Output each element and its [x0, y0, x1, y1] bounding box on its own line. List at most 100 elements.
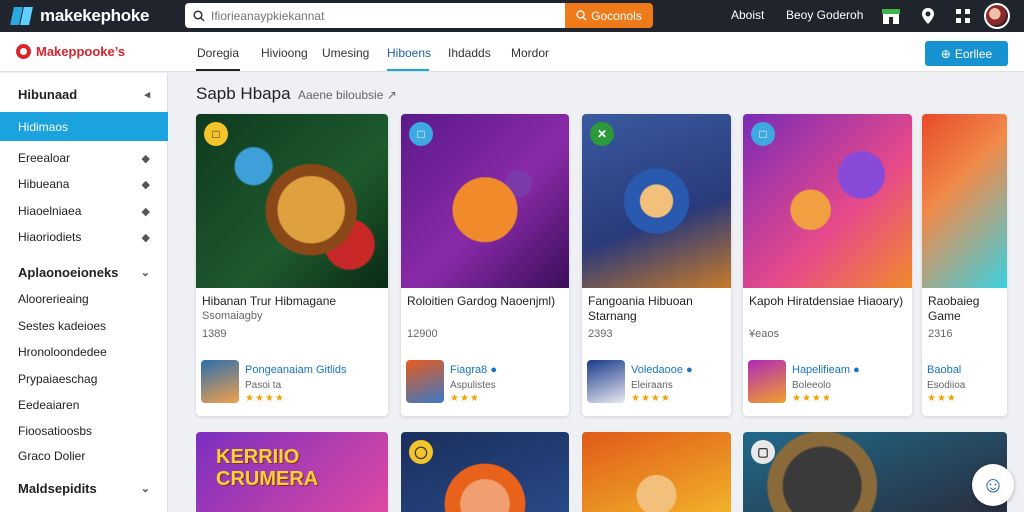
tab-1[interactable]: Doregia	[197, 46, 239, 60]
sidebar-item-active[interactable]: Hidimaos	[0, 112, 168, 141]
sidebar-subitem[interactable]: Prypaiaeschag	[0, 368, 168, 390]
sidebar-group-header[interactable]: Aplaonoeioneks ⌄	[0, 261, 168, 283]
tab-6[interactable]: Mordor	[511, 46, 549, 60]
user-avatar[interactable]	[984, 3, 1010, 29]
top-link-account[interactable]: Beoy Goderoh	[786, 8, 863, 22]
game-card[interactable]: □ Hibanan Trur Hibmagane Ssomaiagby 1389…	[196, 114, 388, 416]
tab-indicator	[196, 69, 240, 71]
game-meta: 2393	[588, 328, 613, 340]
app-row[interactable]: Pongeanaiam Gitlids Pasoi ta ★★★★	[201, 360, 347, 404]
site-logo[interactable]: makekephoke	[10, 6, 180, 26]
sidebar: Hibunaad ◂ Hidimaos Ereealoar ◆ Hibueana…	[0, 73, 168, 512]
app-meta: Esodiioa	[927, 380, 966, 391]
sidebar-subitem[interactable]: Eedeaiaren	[0, 394, 168, 416]
game-card[interactable]: □ Kapoh Hiratdensiae Hiaoary) ¥eaos Hape…	[743, 114, 912, 416]
location-icon[interactable]	[917, 5, 939, 27]
game-cover-title: KERRIIO CRUMERA	[216, 446, 319, 490]
tab-3[interactable]: Umesing	[322, 46, 369, 60]
sidebar-group-label: Aplaonoeioneks	[18, 264, 119, 280]
sidebar-subitem-label: Aloorerieaing	[18, 292, 89, 306]
tab-indicator-active	[387, 69, 429, 71]
sidebar-subitem[interactable]: Hronoloondedee	[0, 341, 168, 363]
sidebar-group-header[interactable]: Maldsepidits ⌄	[0, 477, 168, 499]
game-card-bottom[interactable]: KERRIIO CRUMERA	[196, 432, 388, 512]
sidebar-header[interactable]: Hibunaad ◂	[0, 83, 168, 105]
sidebar-subitem-label: Hronoloondedee	[18, 345, 107, 359]
game-card-bottom[interactable]	[582, 432, 731, 512]
sidebar-subitem-label: Sestes kadeioes	[18, 319, 107, 333]
app-row[interactable]: Fiagra8 ● Aspulistes ★★★	[406, 360, 497, 404]
game-badge-icon: □	[751, 122, 775, 146]
brand[interactable]: Makeppooke’s	[16, 44, 125, 59]
brand-name: Makeppooke’s	[36, 44, 126, 59]
section-see-all-link[interactable]: Aaene biloubsie ↗	[298, 88, 397, 102]
game-subtitle: Ssomaiagby	[202, 310, 263, 322]
apps-grid-icon[interactable]	[952, 5, 974, 27]
store-icon[interactable]	[880, 5, 902, 27]
chevron-left-icon: ◂	[144, 88, 150, 101]
search-box[interactable]	[185, 3, 565, 28]
chevron-down-icon: ⌄	[140, 266, 150, 279]
app-thumbnail	[587, 360, 625, 403]
game-cover-image: □	[743, 114, 912, 288]
app-meta: Aspulistes	[450, 380, 496, 391]
game-card-bottom[interactable]: ◯	[401, 432, 569, 512]
pin-icon: ◆	[141, 152, 150, 165]
sidebar-item-label: Hidimaos	[18, 119, 69, 134]
sidebar-subitem[interactable]: Sestes kadeioes	[0, 315, 168, 337]
section-title: Sapb Hbapa	[196, 84, 291, 103]
search-button[interactable]: Goconols	[565, 3, 653, 28]
game-card-bottom[interactable]: ▢	[743, 432, 1007, 512]
sidebar-subitem[interactable]: Aloorerieaing	[0, 288, 168, 310]
search-input[interactable]	[211, 8, 551, 23]
app-thumbnail	[748, 360, 786, 403]
app-row[interactable]: Hapelifieam ● Boleeolo ★★★★	[748, 360, 860, 404]
tab-2[interactable]: Hivioong	[261, 46, 308, 60]
game-title: Kapoh Hiratdensiae Hiaoary)	[749, 294, 904, 308]
search-bar: Goconols	[185, 3, 653, 28]
app-row[interactable]: Voledaooe ● Eleiraans ★★★★	[587, 360, 693, 404]
tab-4-active[interactable]: Hiboens	[387, 46, 431, 60]
sidebar-item[interactable]: Ereealoar ◆	[0, 147, 168, 169]
game-cover-image: □	[196, 114, 388, 288]
game-card[interactable]: ✕ Fangoania Hibuoan Starnang 2393 Voleda…	[582, 114, 731, 416]
game-meta: 12900	[407, 328, 438, 340]
pin-icon: ◆	[141, 205, 150, 218]
secondary-nav: Makeppooke’s Doregia Hivioong Umesing Hi…	[0, 32, 1024, 72]
game-card-partial[interactable]: Raobaieg Game 2316 Baobal Esodiioa ★★★	[922, 114, 1007, 416]
game-badge-icon: ✕	[590, 122, 614, 146]
accessibility-icon: ☺	[981, 472, 1005, 497]
game-cover-image: □	[401, 114, 569, 288]
game-meta: 1389	[202, 328, 227, 340]
app-name: Fiagra8 ●	[450, 364, 497, 376]
sidebar-item[interactable]: Hiaoelniaea ◆	[0, 200, 168, 222]
sidebar-item[interactable]: Hiaoriodiets ◆	[0, 226, 168, 248]
tab-5[interactable]: Ihdadds	[448, 46, 491, 60]
game-cover-image	[922, 114, 1007, 288]
sidebar-item-label: Hiaoriodiets	[18, 230, 82, 244]
app-row[interactable]: Baobal Esodiioa ★★★	[927, 360, 965, 404]
rating-stars: ★★★	[927, 393, 957, 404]
game-card[interactable]: □ Roloitien Gardog Naoenjml) 12900 Fiagr…	[401, 114, 569, 416]
top-link-about[interactable]: Aboist	[731, 8, 764, 22]
app-meta: Pasoi ta	[245, 380, 282, 391]
sidebar-subitem[interactable]: Graco Dolier	[0, 445, 168, 467]
sidebar-subitem[interactable]: Fioosatioosbs	[0, 420, 168, 442]
pin-icon: ◆	[141, 178, 150, 191]
pin-icon: ◆	[141, 231, 150, 244]
primary-action-button[interactable]: ⊕ Eorllee	[925, 41, 1008, 66]
game-badge-icon: ▢	[751, 440, 775, 464]
sidebar-item-label: Ereealoar	[18, 151, 71, 165]
sidebar-item-label: Hibueana	[18, 177, 70, 191]
primary-action-label: Eorllee	[954, 46, 993, 61]
search-icon	[193, 9, 205, 22]
app-name: Pongeanaiam Gitlids	[245, 364, 347, 376]
app-name: Voledaooe ●	[631, 364, 693, 376]
help-button[interactable]: ☺	[972, 464, 1014, 506]
game-title: Raobaieg Game	[928, 294, 980, 323]
rating-stars: ★★★★	[631, 393, 671, 404]
rating-stars: ★★★★	[245, 393, 285, 404]
plus-icon: ⊕	[940, 46, 951, 61]
sidebar-item[interactable]: Hibueana ◆	[0, 173, 168, 195]
app-meta: Eleiraans	[631, 380, 673, 391]
